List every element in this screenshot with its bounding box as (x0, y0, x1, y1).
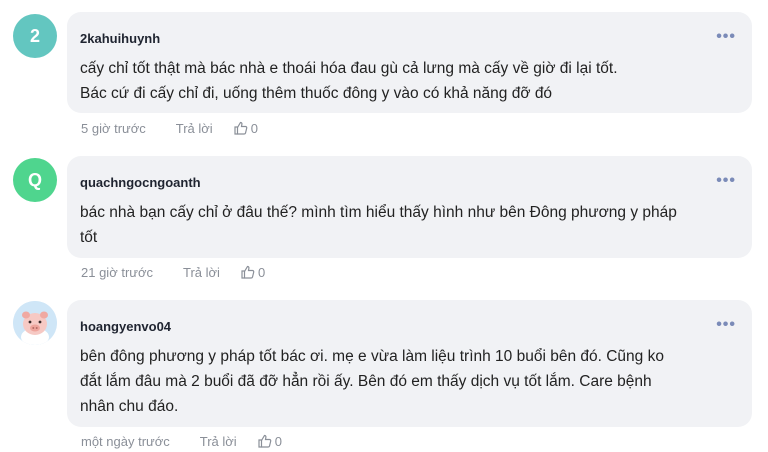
comment-actions: 21 giờ trước Trả lời 0 (81, 264, 265, 280)
thumbs-up-icon (241, 265, 255, 279)
comment-text-line: Bác cứ đi cấy chỉ đi, uống thêm thuốc đô… (80, 85, 553, 102)
comment-username[interactable]: hoangyenvo04 (80, 319, 171, 334)
comment-time: một ngày trước (81, 433, 170, 449)
thumbs-up-icon (258, 434, 272, 448)
comment-bubble: quachngocngoanth ••• bác nhà bạn cấy chỉ… (67, 156, 752, 258)
like-count: 0 (257, 264, 266, 280)
pig-avatar-icon (13, 301, 57, 345)
more-options-icon[interactable]: ••• (716, 172, 736, 190)
thumbs-up-icon (234, 121, 248, 135)
comment-text: bên đông phương y pháp tốt bác ơi. mẹ e … (80, 344, 720, 419)
comment-text: bác nhà bạn cấy chỉ ở đâu thế? mình tìm … (80, 200, 720, 250)
comment-text-line: cấy chỉ tốt thật mà bác nhà e thoái hóa … (80, 60, 618, 77)
comment-text-line: nhân chu đáo. (80, 398, 179, 415)
avatar[interactable] (13, 301, 57, 345)
like-count: 0 (274, 433, 282, 449)
reply-button[interactable]: Trả lời (176, 121, 213, 136)
comment-text: cấy chỉ tốt thật mà bác nhà e thoái hóa … (80, 56, 720, 106)
comment-text-line: bác nhà bạn cấy chỉ ở đâu thế? mình tìm … (80, 204, 677, 221)
comment-text-line: đắt lắm đâu mà 2 buổi đã đỡ hẳn rồi ấy. … (80, 373, 652, 390)
comment-time: 21 giờ trước (81, 264, 153, 280)
comment-actions: một ngày trước Trả lời 0 (81, 433, 282, 449)
comment-bubble: hoangyenvo04 ••• bên đông phương y pháp … (67, 300, 752, 427)
comment-bubble: 2kahuihuynh ••• cấy chỉ tốt thật mà bác … (67, 12, 752, 113)
like-button[interactable]: 0 (257, 433, 282, 449)
reply-button[interactable]: Trả lời (183, 265, 220, 280)
comment-time: 5 giờ trước (81, 120, 146, 136)
comment-text-line: tốt (80, 229, 98, 246)
more-options-icon[interactable]: ••• (716, 316, 736, 334)
reply-button[interactable]: Trả lời (200, 434, 237, 449)
comment-text-line: bên đông phương y pháp tốt bác ơi. mẹ e … (80, 348, 664, 365)
more-options-icon[interactable]: ••• (716, 28, 736, 46)
comment-username[interactable]: quachngocngoanth (80, 175, 201, 190)
like-button[interactable]: 0 (240, 264, 265, 280)
like-button[interactable]: 0 (233, 120, 258, 136)
avatar[interactable]: Q (13, 158, 57, 202)
like-count: 0 (250, 120, 258, 136)
avatar[interactable]: 2 (13, 14, 57, 58)
comment-username[interactable]: 2kahuihuynh (80, 31, 160, 46)
comment-actions: 5 giờ trước Trả lời 0 (81, 120, 258, 136)
